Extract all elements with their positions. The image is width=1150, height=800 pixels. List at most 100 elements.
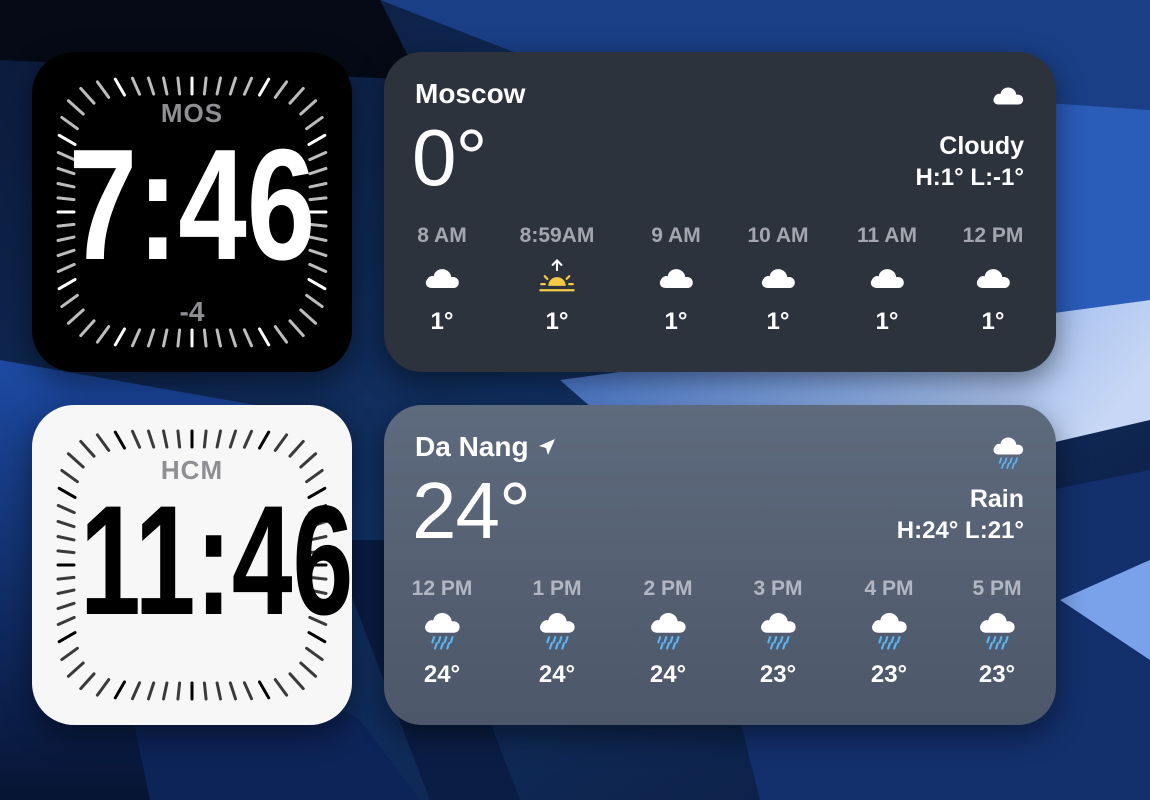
sunrise-icon <box>502 248 612 308</box>
clock-tick <box>79 672 96 691</box>
clock-widget-moscow[interactable]: MOS 7:46 -4 <box>32 52 352 372</box>
clock-tick <box>130 76 142 96</box>
clock-tick <box>95 433 111 452</box>
cloud-rain-icon <box>387 601 497 661</box>
weather-city: Da Nang <box>415 431 557 463</box>
condition-label: Rain <box>969 485 1024 513</box>
weather-widget-moscow[interactable]: Moscow 0° Cloudy H:1° L:-1° 8 AM 1° 8:59AM… <box>384 52 1056 372</box>
clock-tick <box>130 328 142 348</box>
clock-tick <box>202 328 208 348</box>
clock-tick <box>113 77 126 97</box>
clock-tick <box>146 429 156 449</box>
clock-tick <box>202 681 208 701</box>
clock-tick <box>273 80 289 99</box>
hourly-temperature: 1° <box>545 308 569 335</box>
clock-tick <box>242 681 254 701</box>
current-temperature: 24° <box>412 466 531 555</box>
hourly-time: 9 AM <box>651 224 701 247</box>
clock-tick <box>162 76 169 96</box>
clock-tick <box>258 327 271 347</box>
hourly-time: 12 PM <box>962 224 1024 247</box>
clock-tick <box>56 575 76 581</box>
clock-tick <box>176 328 182 348</box>
hourly-item: 4 PM 23° <box>834 577 944 689</box>
hourly-time: 12 PM <box>411 577 473 600</box>
hourly-item: 2 PM 24° <box>613 577 723 689</box>
hourly-time: 5 PM <box>972 577 1022 600</box>
cloud-icon <box>938 248 1048 308</box>
cloud-rain-icon <box>502 601 612 661</box>
hourly-time: 3 PM <box>753 577 803 600</box>
hourly-item: 9 AM 1° <box>621 224 731 336</box>
clock-widget-hcm[interactable]: HCM 11:46 <box>32 405 352 725</box>
hourly-item: 1 PM 24° <box>502 577 612 689</box>
weather-widget-da-nang[interactable]: Da Nang 24° Rain H:24° L:21° 12 PM 24° 1 P… <box>384 405 1056 725</box>
weather-city: Moscow <box>415 78 525 110</box>
hourly-item: 12 PM 1° <box>938 224 1048 336</box>
cloud-rain-icon <box>942 601 1052 661</box>
hourly-temperature: 1° <box>766 308 790 335</box>
clock-tick <box>258 680 271 700</box>
clock-tick <box>215 328 222 348</box>
hourly-temperature: 1° <box>430 308 454 335</box>
hourly-item: 12 PM 24° <box>387 577 497 689</box>
cloud-icon <box>832 248 942 308</box>
condition-label: Cloudy <box>939 132 1024 160</box>
cloud-icon <box>387 248 497 308</box>
clock-tick <box>305 646 324 662</box>
cloud-icon <box>990 82 1026 114</box>
clock-tick <box>95 80 111 99</box>
clock-tick <box>288 672 305 691</box>
cloud-rain-icon <box>613 601 723 661</box>
clock-tick <box>113 327 126 347</box>
clock-tick <box>242 328 254 348</box>
clock-time: 11:46 <box>80 474 352 648</box>
clock-tick <box>273 678 289 697</box>
hourly-time: 8:59AM <box>519 224 595 247</box>
clock-tick <box>176 76 182 96</box>
cloud-icon <box>621 248 731 308</box>
clock-tick <box>130 429 142 449</box>
clock-tick <box>242 429 254 449</box>
clock-tick <box>79 439 96 458</box>
location-arrow-icon <box>538 439 555 455</box>
clock-tick <box>56 588 76 595</box>
high-low-label: H:1° L:-1° <box>915 164 1024 191</box>
clock-tick <box>228 429 238 449</box>
clock-tick <box>273 325 289 344</box>
clock-tick <box>146 328 156 348</box>
clock-tick <box>60 646 79 662</box>
hourly-temperature: 23° <box>759 661 797 688</box>
clock-tick <box>113 680 126 700</box>
clock-tick <box>215 76 222 96</box>
clock-time: 7:46 <box>68 117 316 293</box>
clock-tick <box>299 661 318 678</box>
high-low-label: H:24° L:21° <box>896 517 1024 544</box>
clock-tick <box>215 429 222 449</box>
hourly-time: 4 PM <box>864 577 914 600</box>
hourly-time: 11 AM <box>857 224 917 247</box>
clock-tick <box>258 77 271 97</box>
desktop: MOS 7:46 -4 HCM 11:46 Moscow 0° Cloudy H… <box>0 0 1150 800</box>
clock-tick <box>288 439 305 458</box>
clock-offset: -4 <box>179 296 205 327</box>
clock-tick <box>162 681 169 701</box>
hourly-time: 10 AM <box>747 224 809 247</box>
clock-tick <box>176 681 182 701</box>
hourly-temperature: 1° <box>981 308 1005 335</box>
hourly-time: 2 PM <box>643 577 693 600</box>
clock-tick <box>56 503 76 515</box>
hourly-item: 10 AM 1° <box>723 224 833 336</box>
hourly-time: 1 PM <box>532 577 582 600</box>
hourly-temperature: 1° <box>664 308 688 335</box>
weather-city-label: Moscow <box>415 78 526 109</box>
hourly-item: 3 PM 23° <box>723 577 833 689</box>
clock-tick <box>202 76 208 96</box>
hourly-item: 8 AM 1° <box>387 224 497 336</box>
cloud-rain-icon <box>723 601 833 661</box>
hourly-temperature: 24° <box>423 661 461 688</box>
clock-tick <box>215 681 222 701</box>
clock-tick <box>56 549 76 555</box>
hourly-temperature: 24° <box>649 661 687 688</box>
clock-tick <box>95 678 111 697</box>
